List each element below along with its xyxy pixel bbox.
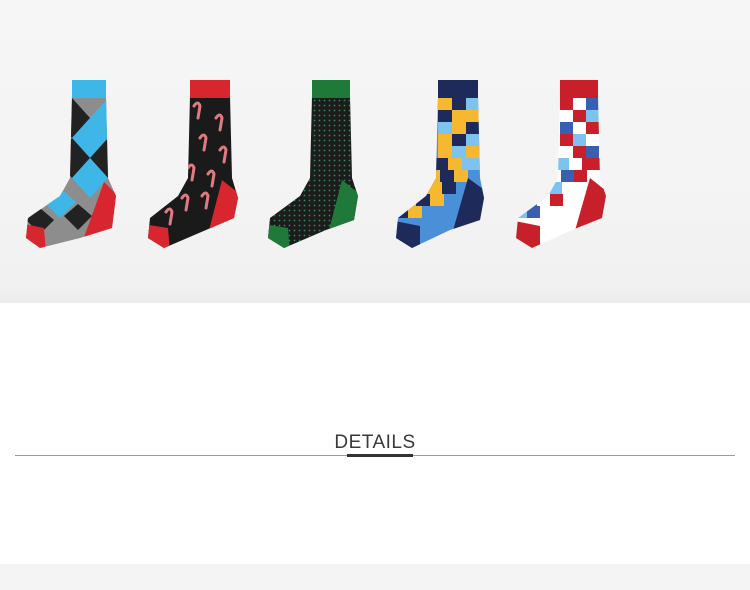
- details-heading: DETAILS: [334, 432, 416, 453]
- sock-candy-cane: [142, 78, 242, 253]
- sock-puzzle-red-image: [516, 80, 606, 248]
- sock-argyle-image: [26, 80, 116, 248]
- sock-puzzle-red: [510, 78, 610, 253]
- sock-candy-cane-image: [148, 80, 238, 248]
- sock-dotted-green-image: [268, 80, 358, 248]
- sock-dotted-green: [262, 78, 362, 253]
- details-section: DETAILS: [0, 420, 750, 480]
- details-heading-underline: [347, 454, 413, 457]
- sock-argyle: [20, 78, 120, 253]
- product-photo: [0, 0, 750, 303]
- sock-puzzle-yellow: [390, 78, 490, 253]
- sock-puzzle-yellow-image: [396, 80, 484, 248]
- footer-strip: [0, 564, 750, 590]
